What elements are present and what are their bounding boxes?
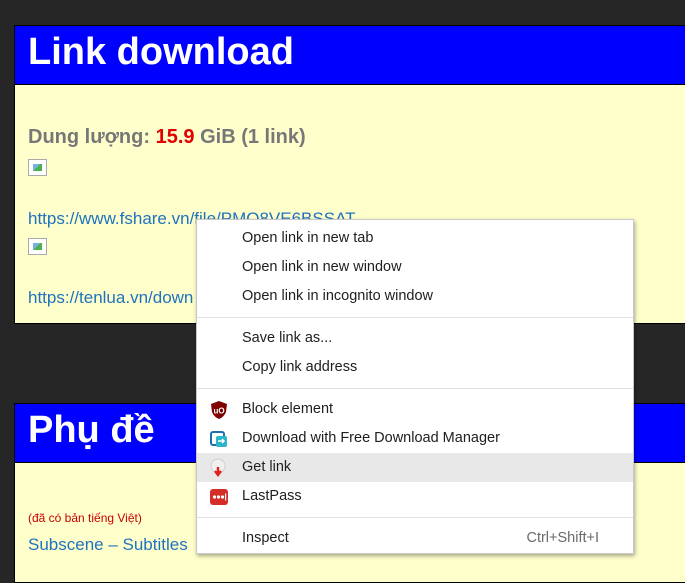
menu-item-label: Save link as... <box>242 330 333 346</box>
menu-item-open-new-tab[interactable]: Open link in new tab <box>197 224 633 253</box>
menu-item-label: Open link in new tab <box>242 230 374 246</box>
menu-item-label: Block element <box>242 401 334 417</box>
tenlua-link[interactable]: https://tenlua.vn/down <box>28 288 193 308</box>
context-menu: Open link in new tab Open link in new wi… <box>196 219 634 554</box>
link-download-header: Link download <box>15 26 685 85</box>
size-label: Dung lượng: <box>28 126 151 148</box>
size-value: 15.9 <box>155 126 195 148</box>
menu-separator <box>197 317 633 318</box>
svg-text:uO: uO <box>213 407 224 416</box>
menu-item-get-link[interactable]: Get link <box>197 453 633 482</box>
vietnamese-note: (đã có bản tiếng Việt) <box>28 511 142 525</box>
menu-item-open-incognito[interactable]: Open link in incognito window <box>197 282 633 311</box>
menu-item-label: Open link in incognito window <box>242 288 434 304</box>
menu-item-inspect[interactable]: Inspect Ctrl+Shift+I <box>197 524 633 553</box>
menu-item-label: Open link in new window <box>242 259 402 275</box>
subscene-link[interactable]: Subscene – Subtitles <box>28 535 188 555</box>
get-link-icon <box>210 458 226 477</box>
fdm-icon <box>210 431 227 447</box>
menu-item-lastpass[interactable]: LastPass <box>197 482 633 511</box>
broken-image-icon <box>28 238 47 255</box>
menu-item-label: Get link <box>242 459 292 475</box>
shortcut-label: Ctrl+Shift+I <box>526 530 599 546</box>
menu-item-label: Copy link address <box>242 359 358 375</box>
menu-separator <box>197 517 633 518</box>
menu-item-fdm-download[interactable]: Download with Free Download Manager <box>197 424 633 453</box>
menu-separator <box>197 388 633 389</box>
broken-image-icon <box>28 159 47 176</box>
lastpass-icon <box>210 489 228 505</box>
menu-item-label: LastPass <box>242 488 302 504</box>
ublock-icon: uO <box>211 401 227 419</box>
menu-item-open-new-window[interactable]: Open link in new window <box>197 253 633 282</box>
size-unit: GiB (1 link) <box>200 126 306 148</box>
file-size-line: Dung lượng: 15.9 GiB (1 link) <box>28 126 306 149</box>
menu-item-block-element[interactable]: uO Block element <box>197 395 633 424</box>
menu-item-save-link[interactable]: Save link as... <box>197 324 633 353</box>
menu-item-label: Inspect <box>242 530 289 546</box>
menu-item-copy-link[interactable]: Copy link address <box>197 353 633 382</box>
menu-item-label: Download with Free Download Manager <box>242 430 500 446</box>
